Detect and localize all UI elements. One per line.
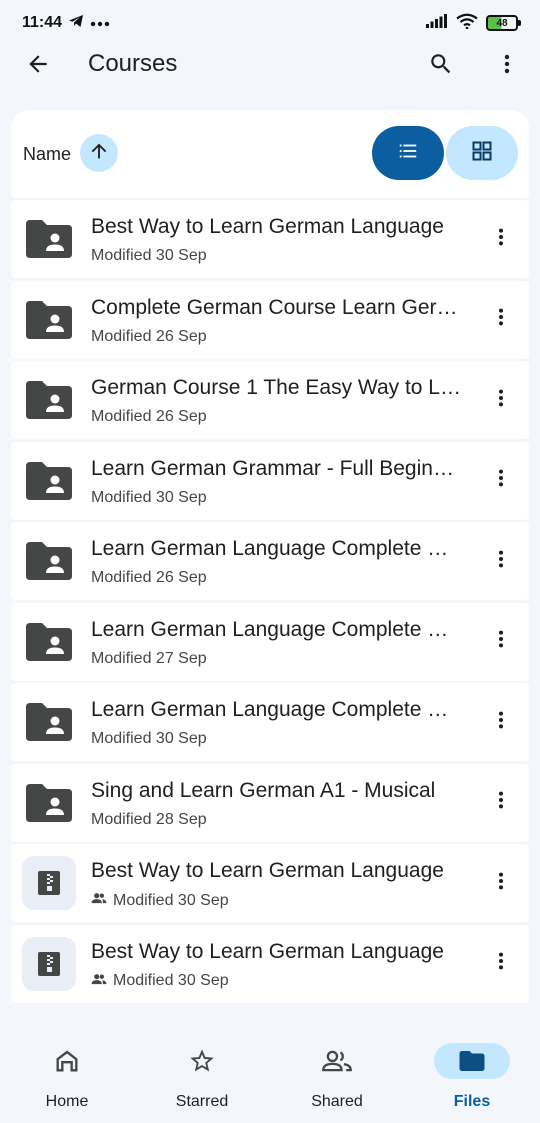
file-name: Best Way to Learn German Language bbox=[91, 215, 444, 238]
nav-starred-label: Starred bbox=[175, 1093, 229, 1110]
file-name: Learn German Grammar - Full Beginner bbox=[91, 456, 461, 480]
shared-folder-icon bbox=[23, 455, 75, 507]
file-name: Learn German Language Complete Course bbox=[91, 537, 461, 560]
folder-row[interactable]: Learn German Language Complete Course Mod… bbox=[11, 522, 529, 600]
file-modified-date: Modified 30 Sep bbox=[91, 488, 207, 506]
folder-row[interactable]: Learn German Language Complete Course Mod… bbox=[11, 602, 529, 681]
bottom-navigation: Home Starred Shared Files bbox=[0, 1015, 540, 1123]
star-icon bbox=[147, 1043, 257, 1079]
file-modified-date: Modified 30 Sep bbox=[113, 972, 229, 989]
shared-folder-icon bbox=[23, 696, 75, 748]
more-vert-icon bbox=[490, 950, 512, 977]
file-name: Learn German Language Complete Course bbox=[91, 698, 461, 721]
file-more-button[interactable] bbox=[477, 698, 525, 746]
file-modified-date: Modified 27 Sep bbox=[91, 649, 207, 667]
file-modified-date: Modified 30 Sep bbox=[91, 247, 207, 264]
grid-icon bbox=[470, 139, 494, 168]
more-notifications-icon bbox=[90, 14, 110, 32]
page-title: Courses bbox=[88, 50, 178, 77]
more-vert-icon bbox=[490, 226, 512, 253]
file-name: Best Way to Learn German Language bbox=[91, 859, 444, 882]
file-more-button[interactable] bbox=[477, 215, 525, 263]
file-name: Complete German Course Learn German bbox=[91, 295, 461, 319]
folder-row[interactable]: Best Way to Learn German Language Modifie… bbox=[11, 200, 529, 278]
more-vert-icon bbox=[490, 870, 512, 897]
list-view-button[interactable] bbox=[372, 126, 444, 180]
more-vert-icon bbox=[490, 548, 512, 575]
shared-people-icon bbox=[91, 972, 107, 991]
more-vert-icon bbox=[490, 306, 512, 333]
shared-folder-icon bbox=[23, 535, 75, 587]
file-more-button[interactable] bbox=[477, 940, 525, 988]
battery-level: 48 bbox=[496, 17, 508, 29]
file-row[interactable]: Best Way to Learn German Language Modifie… bbox=[11, 924, 529, 1003]
file-modified-date: Modified 26 Sep bbox=[91, 408, 207, 425]
file-more-button[interactable] bbox=[477, 859, 525, 907]
more-vert-icon bbox=[490, 789, 512, 816]
more-vert-icon bbox=[490, 387, 512, 414]
folder-icon bbox=[434, 1043, 510, 1079]
back-button[interactable] bbox=[14, 42, 62, 90]
shared-folder-icon bbox=[23, 213, 75, 265]
file-name: German Course 1 The Easy Way to Learn bbox=[91, 376, 461, 399]
zip-file-icon bbox=[22, 936, 76, 991]
file-modified-date: Modified 26 Sep bbox=[91, 327, 207, 345]
nav-shared[interactable]: Shared bbox=[282, 1043, 392, 1111]
sort-label[interactable]: Name bbox=[23, 144, 71, 165]
file-more-button[interactable] bbox=[477, 537, 525, 585]
folder-row[interactable]: Learn German Grammar - Full Beginner Modi… bbox=[11, 441, 529, 520]
more-vert-icon bbox=[495, 52, 519, 81]
file-more-button[interactable] bbox=[477, 779, 525, 827]
list-icon bbox=[397, 140, 419, 167]
sort-direction-button[interactable] bbox=[80, 134, 118, 172]
status-time: 11:44 bbox=[22, 14, 63, 31]
file-list: Best Way to Learn German Language Modifie… bbox=[11, 200, 529, 1005]
file-modified-date: Modified 26 Sep bbox=[91, 569, 207, 586]
app-bar: Courses bbox=[0, 40, 540, 92]
nav-home[interactable]: Home bbox=[12, 1043, 122, 1111]
search-button[interactable] bbox=[417, 42, 465, 90]
file-modified-date: Modified 30 Sep bbox=[91, 730, 207, 747]
more-vert-icon bbox=[490, 709, 512, 736]
more-options-button[interactable] bbox=[483, 42, 531, 90]
shared-people-icon bbox=[91, 891, 107, 910]
nav-starred[interactable]: Starred bbox=[147, 1043, 257, 1111]
file-modified-date: Modified 28 Sep bbox=[91, 810, 207, 828]
nav-files[interactable]: Files bbox=[417, 1043, 527, 1111]
zip-file-icon bbox=[22, 856, 76, 910]
people-icon bbox=[282, 1043, 392, 1079]
search-icon bbox=[428, 51, 454, 82]
file-name: Learn German Language Complete Course bbox=[91, 617, 461, 641]
battery-icon: 48 bbox=[486, 15, 521, 31]
folder-row[interactable]: Sing and Learn German A1 - Musical Modifi… bbox=[11, 763, 529, 842]
nav-shared-label: Shared bbox=[311, 1093, 363, 1110]
grid-view-button[interactable] bbox=[446, 126, 518, 180]
folder-row[interactable]: Learn German Language Complete Course Mod… bbox=[11, 683, 529, 761]
wifi-icon bbox=[456, 13, 478, 34]
folder-row[interactable]: German Course 1 The Easy Way to Learn Mod… bbox=[11, 361, 529, 439]
sort-panel: Name bbox=[11, 110, 529, 198]
file-more-button[interactable] bbox=[477, 376, 525, 424]
file-name: Sing and Learn German A1 - Musical bbox=[91, 778, 436, 802]
file-modified-date: Modified 30 Sep bbox=[113, 891, 229, 909]
more-vert-icon bbox=[490, 628, 512, 655]
shared-folder-icon bbox=[23, 616, 75, 668]
signal-icon bbox=[426, 13, 448, 33]
shared-folder-icon bbox=[23, 294, 75, 346]
arrow-back-icon bbox=[25, 51, 51, 82]
arrow-up-icon bbox=[88, 140, 110, 167]
file-more-button[interactable] bbox=[477, 457, 525, 505]
file-row[interactable]: Best Way to Learn German Language Modifie… bbox=[11, 844, 529, 922]
nav-files-label: Files bbox=[453, 1093, 491, 1110]
nav-home-label: Home bbox=[45, 1093, 89, 1110]
home-icon bbox=[12, 1043, 122, 1079]
file-more-button[interactable] bbox=[477, 296, 525, 344]
folder-row[interactable]: Complete German Course Learn German Modif… bbox=[11, 280, 529, 359]
file-name: Best Way to Learn German Language bbox=[91, 939, 444, 963]
shared-folder-icon bbox=[23, 777, 75, 829]
shared-folder-icon bbox=[23, 374, 75, 426]
more-vert-icon bbox=[490, 467, 512, 494]
telegram-icon bbox=[68, 14, 84, 33]
file-more-button[interactable] bbox=[477, 618, 525, 666]
